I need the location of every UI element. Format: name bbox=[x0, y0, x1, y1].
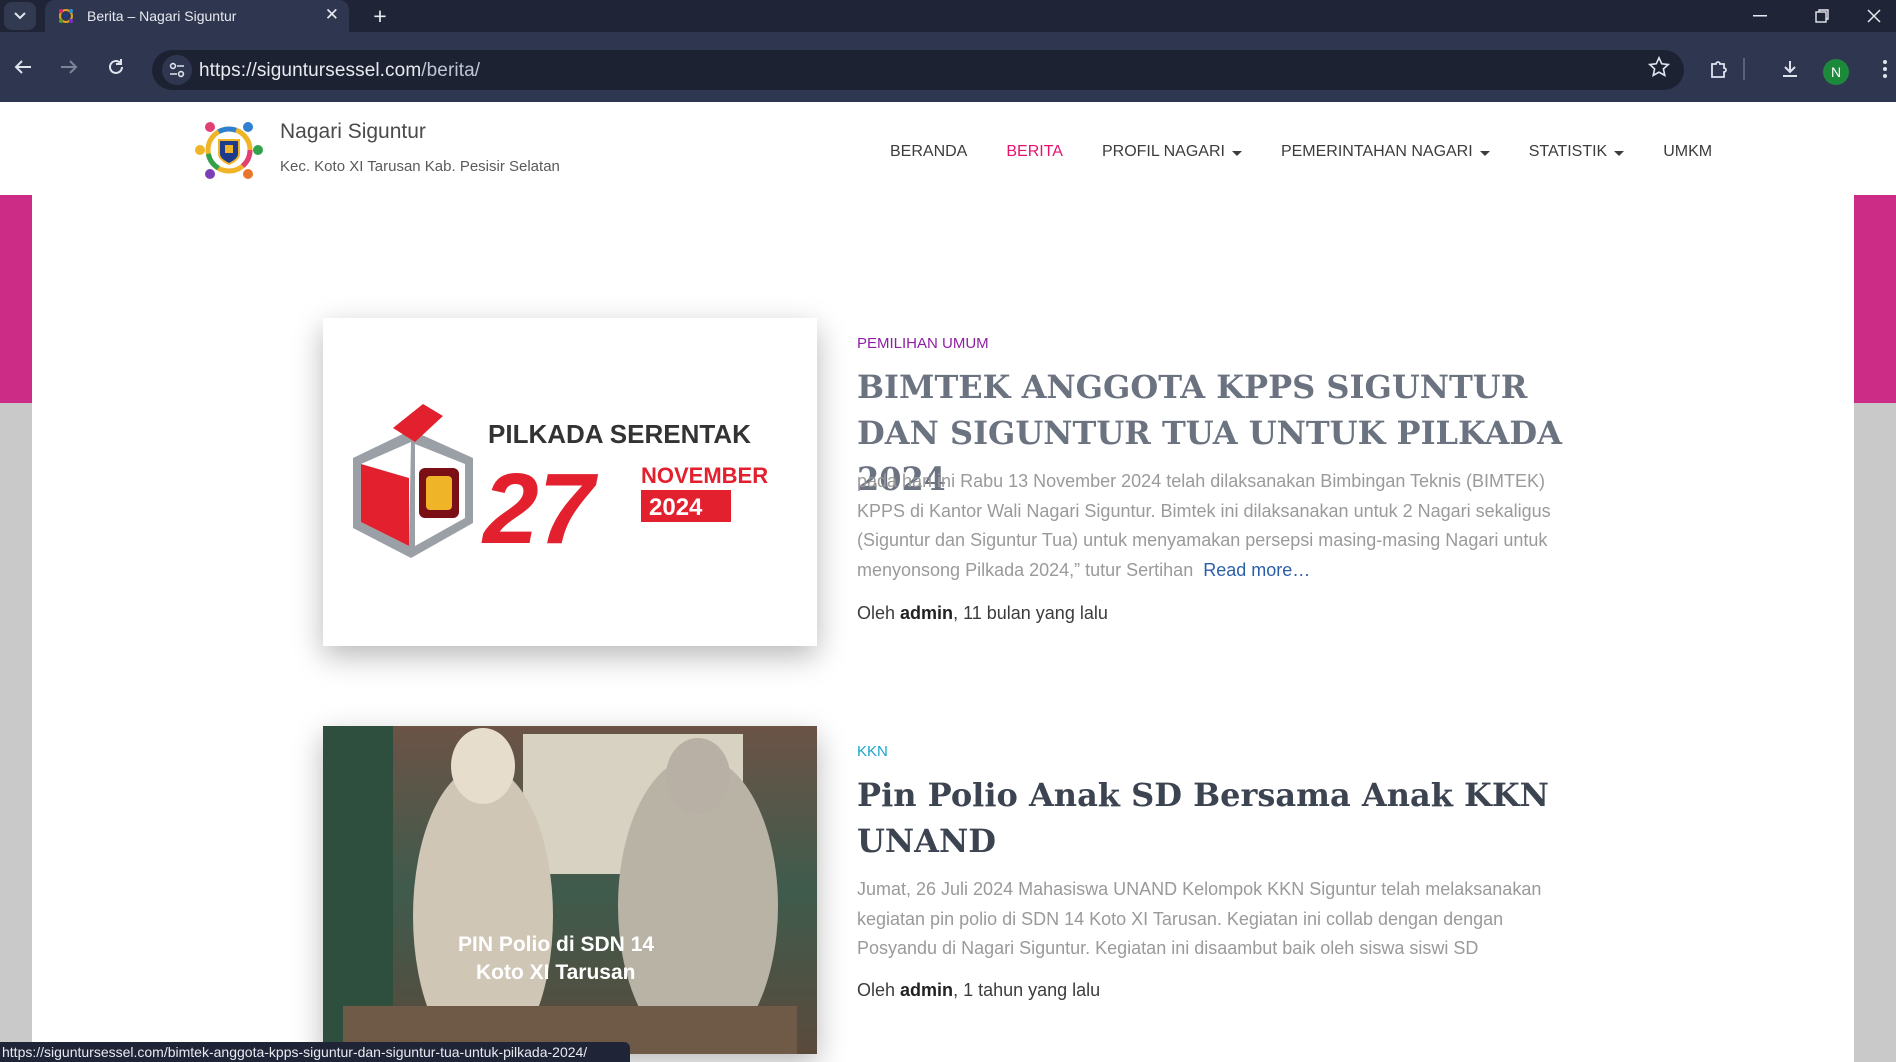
status-url: https://siguntursessel.com/bimtek-anggot… bbox=[2, 1044, 588, 1060]
site-header: Nagari Siguntur Kec. Koto XI Tarusan Kab… bbox=[0, 102, 1896, 195]
dropdown-caret-icon bbox=[1614, 150, 1625, 156]
site-favicon-icon bbox=[59, 9, 73, 23]
url-host: https://siguntursessel.com bbox=[199, 60, 422, 81]
back-arrow-icon[interactable] bbox=[8, 52, 38, 82]
address-bar[interactable]: https://siguntursessel.com/berita/ bbox=[152, 50, 1684, 90]
nav-item-berita[interactable]: BERITA bbox=[1006, 143, 1063, 161]
nav-item-umkm[interactable]: UMKM bbox=[1663, 143, 1712, 161]
chevron-down-icon bbox=[14, 12, 26, 20]
url-path: /berita/ bbox=[421, 60, 481, 81]
post-meta: Oleh admin, 1 tahun yang lalu bbox=[857, 980, 1101, 1000]
post-category[interactable]: KKN bbox=[857, 743, 888, 760]
minimize-window-icon[interactable] bbox=[1736, 0, 1784, 32]
tab-title: Berita – Nagari Siguntur bbox=[87, 8, 237, 24]
close-tab-icon[interactable]: ✕ bbox=[325, 5, 339, 25]
profile-avatar[interactable]: N bbox=[1823, 59, 1849, 85]
nav-item-beranda[interactable]: BERANDA bbox=[890, 143, 967, 161]
thumb-year: 2024 bbox=[649, 494, 703, 521]
browser-tabstrip: Berita – Nagari Siguntur ✕ + bbox=[0, 0, 1896, 32]
dropdown-caret-icon bbox=[1231, 150, 1242, 156]
forward-arrow-icon[interactable] bbox=[54, 52, 84, 82]
read-more-link[interactable]: Read more… bbox=[1203, 560, 1310, 580]
thumb-month: NOVEMBER bbox=[641, 463, 768, 488]
thumb-caption-line1: PIN Polio di SDN 14 bbox=[458, 933, 654, 956]
link-status-bar: https://siguntursessel.com/bimtek-anggot… bbox=[0, 1042, 630, 1062]
main-navigation: BERANDA BERITA PROFIL NAGARI PEMERINTAHA… bbox=[890, 140, 1751, 164]
thumb-day: 27 bbox=[481, 453, 599, 565]
toolbar-divider bbox=[1743, 58, 1745, 80]
extensions-puzzle-icon[interactable] bbox=[1705, 54, 1735, 84]
download-icon[interactable] bbox=[1775, 54, 1805, 84]
active-tab[interactable]: Berita – Nagari Siguntur ✕ bbox=[45, 0, 349, 32]
post-category[interactable]: PEMILIHAN UMUM bbox=[857, 335, 989, 352]
dropdown-caret-icon bbox=[1479, 150, 1490, 156]
site-tagline: Kec. Koto XI Tarusan Kab. Pesisir Selata… bbox=[280, 158, 560, 175]
browser-menu-icon[interactable] bbox=[1870, 54, 1896, 84]
post-excerpt: Jumat, 26 Juli 2024 Mahasiswa UNAND Kelo… bbox=[857, 879, 1542, 958]
nav-item-pemerintahan-nagari[interactable]: PEMERINTAHAN NAGARI bbox=[1281, 143, 1490, 161]
post-author[interactable]: admin bbox=[900, 980, 953, 1000]
post-excerpt: pada hari ini Rabu 13 November 2024 tela… bbox=[857, 471, 1551, 580]
nagari-logo[interactable] bbox=[192, 116, 266, 184]
site-settings-icon[interactable] bbox=[162, 55, 192, 85]
nav-item-profil-nagari[interactable]: PROFIL NAGARI bbox=[1102, 143, 1242, 161]
nav-item-statistik[interactable]: STATISTIK bbox=[1529, 143, 1625, 161]
bookmark-star-icon[interactable] bbox=[1647, 55, 1671, 84]
site-name[interactable]: Nagari Siguntur bbox=[280, 120, 426, 144]
close-window-icon[interactable] bbox=[1852, 0, 1896, 32]
tab-search-button[interactable] bbox=[4, 2, 36, 30]
reload-icon[interactable] bbox=[101, 52, 131, 82]
browser-toolbar: https://siguntursessel.com/berita/ bbox=[0, 32, 1896, 102]
post-thumbnail[interactable]: PILKADA SERENTAK 27 NOVEMBER 2024 bbox=[323, 318, 817, 646]
post-thumbnail[interactable]: PIN Polio di SDN 14 Koto XI Tarusan bbox=[323, 726, 817, 1054]
pilkada-thumbnail-image: PILKADA SERENTAK 27 NOVEMBER 2024 bbox=[323, 318, 817, 646]
polio-thumbnail-image: PIN Polio di SDN 14 Koto XI Tarusan bbox=[323, 726, 817, 1054]
restore-window-icon[interactable] bbox=[1798, 0, 1846, 32]
thumb-caption-line2: Koto XI Tarusan bbox=[476, 961, 635, 984]
post-author[interactable]: admin bbox=[900, 603, 953, 623]
new-tab-button[interactable]: + bbox=[366, 2, 394, 30]
post-title[interactable]: Pin Polio Anak SD Bersama Anak KKN UNAND bbox=[857, 772, 1617, 864]
thumb-headline: PILKADA SERENTAK bbox=[488, 419, 751, 449]
post-meta: Oleh admin, 11 bulan yang lalu bbox=[857, 603, 1108, 623]
url-text[interactable]: https://siguntursessel.com/berita/ bbox=[199, 60, 480, 82]
